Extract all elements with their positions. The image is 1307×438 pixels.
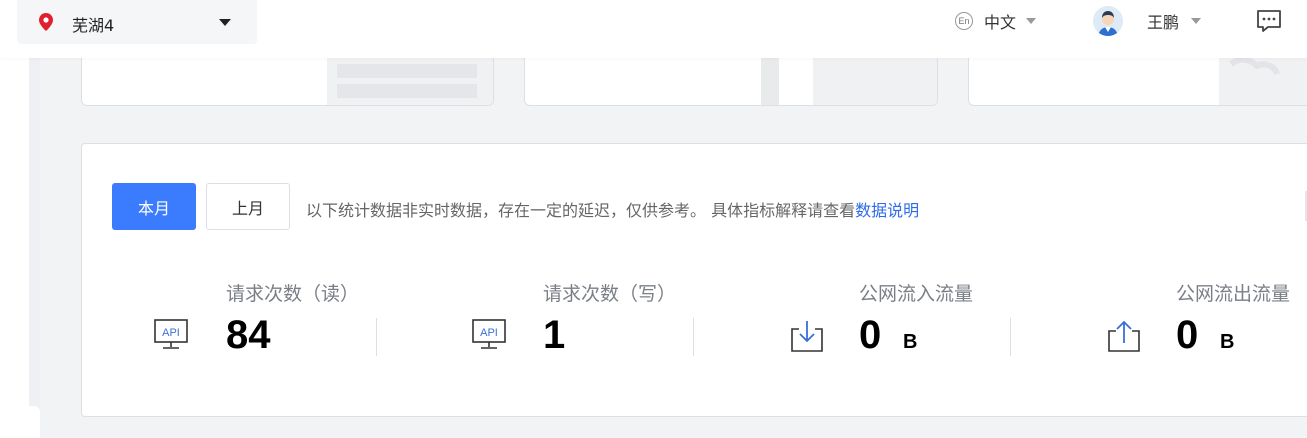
chevron-down-icon: [219, 19, 231, 26]
language-label: 中文: [984, 13, 1017, 32]
top-bar: 芜湖4 En 中文 王鹏: [0, 0, 1307, 58]
divider: [693, 318, 694, 356]
stat-public-inbound-traffic: 公网流入流量 0 B: [790, 279, 1108, 364]
this-month-button[interactable]: 本月: [112, 183, 196, 230]
stat-title: 请求次数（读）: [226, 283, 360, 305]
svg-text:API: API: [162, 327, 180, 339]
upload-icon: [1108, 320, 1140, 352]
stat-value: 84: [226, 313, 271, 357]
statistics-note-text: 以下统计数据非实时数据，存在一定的延迟，仅供参考。 具体指标解释请查看: [306, 201, 856, 220]
divider: [376, 318, 377, 356]
api-monitor-icon: API: [154, 319, 188, 349]
language-icon: En: [955, 12, 973, 30]
data-description-link[interactable]: 数据说明: [855, 201, 919, 220]
svg-text:API: API: [480, 327, 498, 339]
stat-unit: B: [1220, 331, 1235, 353]
chevron-down-icon: [1191, 18, 1202, 24]
api-monitor-icon: API: [472, 319, 506, 349]
user-name: 王鹏: [1147, 13, 1180, 32]
chevron-down-icon: [1026, 18, 1037, 24]
stat-unit: B: [903, 331, 918, 353]
divider: [1010, 318, 1011, 356]
stat-value: 0: [859, 313, 882, 357]
stat-public-outbound-traffic: 公网流出流量 0 B: [1107, 279, 1307, 364]
statistics-note: 以下统计数据非实时数据，存在一定的延迟，仅供参考。 具体指标解释请查看数据说明: [306, 197, 919, 221]
avatar: [1093, 6, 1123, 36]
language-switcher[interactable]: En 中文: [955, 9, 1037, 33]
location-pin-icon: [39, 13, 53, 31]
region-selector[interactable]: 芜湖4: [17, 0, 257, 44]
region-name: 芜湖4: [72, 16, 115, 35]
last-month-button[interactable]: 上月: [206, 183, 290, 230]
stat-write-requests: 请求次数（写） API 1: [472, 279, 790, 364]
user-menu[interactable]: 王鹏: [1093, 5, 1202, 37]
stat-read-requests: 请求次数（读） API 84: [154, 279, 472, 364]
stat-title: 公网流出流量: [1176, 283, 1291, 305]
message-icon[interactable]: [1256, 9, 1282, 33]
stat-title: 公网流入流量: [859, 283, 974, 305]
download-icon: [791, 321, 823, 352]
user-avatar-icon: [1093, 6, 1123, 36]
stat-value: 1: [543, 313, 566, 357]
usage-statistics-panel: 本月 上月 以下统计数据非实时数据，存在一定的延迟，仅供参考。 具体指标解释请查…: [81, 143, 1307, 417]
side-navigation: [0, 58, 40, 438]
stat-title: 请求次数（写）: [543, 283, 677, 305]
stat-value: 0: [1176, 313, 1199, 357]
side-tab: [0, 406, 40, 438]
